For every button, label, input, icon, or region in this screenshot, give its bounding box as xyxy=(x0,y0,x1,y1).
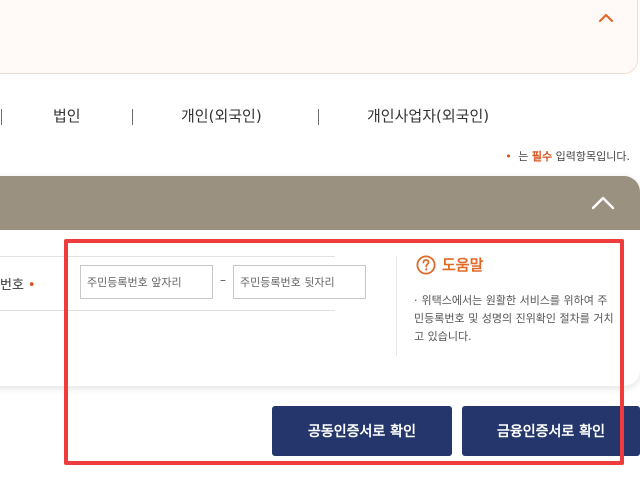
card-header xyxy=(0,176,640,230)
top-collapsible-panel xyxy=(0,0,638,74)
row-divider xyxy=(0,256,335,257)
tab-divider xyxy=(318,109,319,125)
ssn-separator: – xyxy=(220,273,226,287)
help-text: · 위택스에서는 원활한 서비스를 위하여 주민등록번호 및 성명의 진위확인 절… xyxy=(414,292,614,346)
required-note-emphasis: 필수 xyxy=(531,150,553,163)
required-note-suffix: 입력항목입니다. xyxy=(555,150,630,163)
ssn-label-text: 번호 xyxy=(0,278,24,293)
ssn-front-input[interactable] xyxy=(80,265,213,299)
required-marker: • xyxy=(27,278,36,293)
help-bullet: · xyxy=(414,294,418,307)
member-type-tabs: 법인 개인(외국인) 개인사업자(외국인) xyxy=(0,100,640,134)
identity-verification-card: 번호• – xyxy=(0,176,640,386)
ssn-field-label: 번호 • xyxy=(0,274,36,293)
required-note-prefix: 는 xyxy=(518,150,529,163)
joint-certificate-button[interactable]: 공동인증서로 확인 xyxy=(272,406,452,456)
row-divider xyxy=(0,310,335,311)
help-divider xyxy=(396,256,397,356)
tab-divider xyxy=(132,109,133,125)
financial-certificate-button[interactable]: 금융인증서로 확인 xyxy=(462,406,640,456)
tab-corporation[interactable]: 법인 xyxy=(53,105,81,126)
help-description: 위택스에서는 원활한 서비스를 위하여 주민등록번호 및 성명의 진위확인 절차… xyxy=(414,294,614,343)
tab-divider xyxy=(1,109,2,125)
chevron-up-icon[interactable] xyxy=(590,192,616,214)
tab-individual-foreigner[interactable]: 개인(외국인) xyxy=(181,105,262,126)
question-circle-icon xyxy=(416,254,436,275)
required-dot: • xyxy=(505,150,512,163)
page: 법인 개인(외국인) 개인사업자(외국인) • 는 필수 입력항목입니다. 번호… xyxy=(0,0,640,480)
required-fields-note: • 는 필수 입력항목입니다. xyxy=(505,148,630,164)
help-title: 도움말 xyxy=(442,256,484,274)
help-heading: 도움말 xyxy=(416,254,483,275)
tab-sole-proprietor-foreigner[interactable]: 개인사업자(외국인) xyxy=(367,105,489,126)
ssn-back-input[interactable] xyxy=(233,265,366,299)
chevron-up-icon[interactable] xyxy=(594,6,618,30)
